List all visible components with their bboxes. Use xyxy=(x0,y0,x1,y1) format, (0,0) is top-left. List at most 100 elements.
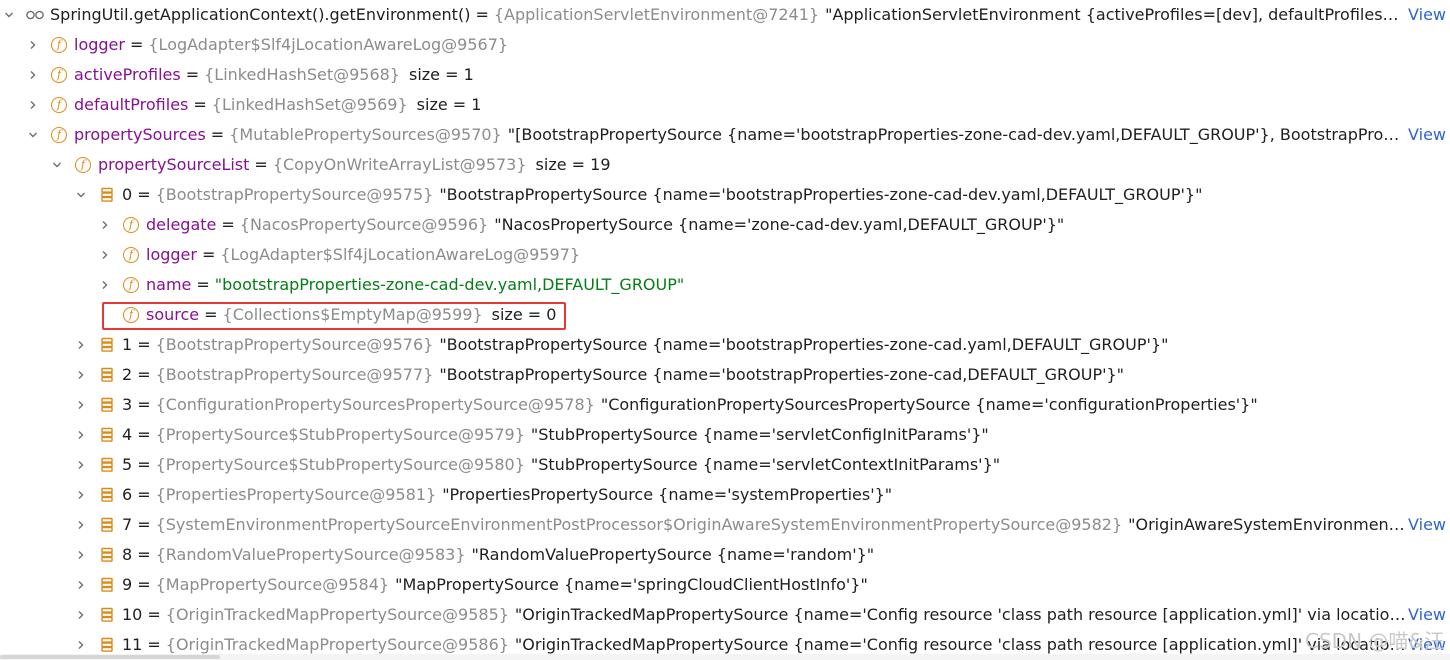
chevron-right-icon[interactable] xyxy=(74,450,88,480)
row-text: 2 = {BootstrapPropertySource@9577} "Bootstr… xyxy=(122,360,1406,390)
value-string: "OriginAwareSystemEnvironmentPropertySou… xyxy=(1128,515,1406,534)
array-element-icon xyxy=(98,636,116,654)
size-label: size = 0 xyxy=(491,305,557,324)
object-reference: {ConfigurationPropertySourcesPropertySou… xyxy=(155,395,595,414)
tree-row[interactable]: 7 = {SystemEnvironmentPropertySourceEnviro… xyxy=(0,510,1450,540)
equals-sign: = xyxy=(210,125,225,144)
chevron-right-icon[interactable] xyxy=(26,90,40,120)
row-text: propertySourceList = {CopyOnWriteArrayList… xyxy=(98,150,1406,180)
chevron-right-icon[interactable] xyxy=(74,570,88,600)
tree-row[interactable]: 1 = {BootstrapPropertySource@9576} "Bootstr… xyxy=(0,330,1450,360)
chevron-right-icon[interactable] xyxy=(74,540,88,570)
array-element-icon xyxy=(98,396,116,414)
row-text: delegate = {NacosPropertySource@9596} "Naco… xyxy=(146,210,1406,240)
value-string: "BootstrapPropertySource {name='bootstra… xyxy=(439,335,1169,354)
chevron-right-icon[interactable] xyxy=(98,210,112,240)
equals-sign: = xyxy=(193,95,207,114)
object-reference: {LinkedHashSet@9568} xyxy=(204,65,400,84)
view-link[interactable]: View xyxy=(1404,120,1446,150)
equals-sign: = xyxy=(129,35,144,54)
row-text: 1 = {BootstrapPropertySource@9576} "Bootstr… xyxy=(122,330,1406,360)
row-text: 6 = {PropertiesPropertySource@9581} "Proper… xyxy=(122,480,1406,510)
variable-name: defaultProfiles xyxy=(74,95,189,114)
object-reference: {NacosPropertySource@9596} xyxy=(239,215,489,234)
equals-sign: = xyxy=(147,605,161,624)
array-element-icon xyxy=(98,546,116,564)
string-value: "bootstrapProperties-zone-cad-dev.yaml,D… xyxy=(214,275,685,294)
array-element-icon xyxy=(98,426,116,444)
scrollbar-thumb[interactable] xyxy=(0,655,220,659)
variable-name: propertySourceList xyxy=(98,155,250,174)
chevron-right-icon[interactable] xyxy=(74,420,88,450)
chevron-right-icon[interactable] xyxy=(74,390,88,420)
chevron-right-icon[interactable] xyxy=(98,240,112,270)
chevron-down-icon[interactable] xyxy=(74,180,88,210)
tree-row[interactable]: 10 = {OriginTrackedMapPropertySource@9585}… xyxy=(0,600,1450,630)
variable-name: logger xyxy=(146,245,197,264)
tree-row[interactable]: f logger = {LogAdapter$Slf4jLocationAwareLo… xyxy=(0,30,1450,60)
tree-row[interactable]: 3 = {ConfigurationPropertySourcesPropertyS… xyxy=(0,390,1450,420)
row-text: SpringUtil.getApplicationContext().getEn… xyxy=(50,0,1406,30)
tree-row[interactable]: 5 = {PropertySource$StubPropertySource@958… xyxy=(0,450,1450,480)
chevron-right-icon[interactable] xyxy=(74,600,88,630)
tree-row[interactable]: 2 = {BootstrapPropertySource@9577} "Bootstr… xyxy=(0,360,1450,390)
tree-row[interactable]: 6 = {PropertiesPropertySource@9581} "Proper… xyxy=(0,480,1450,510)
variable-name: 6 xyxy=(122,485,133,504)
tree-row[interactable]: f defaultProfiles = {LinkedHashSet@9569} siz… xyxy=(0,90,1450,120)
field-icon: f xyxy=(50,66,68,84)
size-label: size = 19 xyxy=(535,155,611,174)
tree-row[interactable]: 4 = {PropertySource$StubPropertySource@957… xyxy=(0,420,1450,450)
row-text: 4 = {PropertySource$StubPropertySource@957… xyxy=(122,420,1406,450)
equals-sign: = xyxy=(137,485,151,504)
chevron-down-icon[interactable] xyxy=(26,120,40,150)
tree-row[interactable]: f delegate = {NacosPropertySource@9596} "Nac… xyxy=(0,210,1450,240)
tree-row[interactable]: f source = {Collections$EmptyMap@9599} size … xyxy=(0,300,1450,330)
equals-sign: = xyxy=(254,155,268,174)
chevron-down-icon[interactable] xyxy=(50,150,64,180)
tree-row[interactable]: f propertySourceList = {CopyOnWriteArrayLis… xyxy=(0,150,1450,180)
field-icon: f xyxy=(122,216,140,234)
tree-row[interactable]: f propertySources = {MutablePropertySources… xyxy=(0,120,1450,150)
object-reference: {LogAdapter$Slf4jLocationAwareLog@9597} xyxy=(220,245,581,264)
array-element-icon xyxy=(98,186,116,204)
chevron-right-icon[interactable] xyxy=(26,60,40,90)
variable-name: 7 xyxy=(122,515,133,534)
chevron-right-icon[interactable] xyxy=(74,360,88,390)
field-icon: f xyxy=(50,36,68,54)
variable-name: 10 xyxy=(122,605,143,624)
chevron-down-icon[interactable] xyxy=(2,0,16,30)
tree-row[interactable]: f activeProfiles = {LinkedHashSet@9568} size… xyxy=(0,60,1450,90)
chevron-right-icon[interactable] xyxy=(74,330,88,360)
row-text: activeProfiles = {LinkedHashSet@9568} size … xyxy=(74,60,1406,90)
equals-sign: = xyxy=(137,455,151,474)
variable-name: 8 xyxy=(122,545,133,564)
view-link[interactable]: View xyxy=(1404,0,1446,30)
variable-name: logger xyxy=(74,35,125,54)
row-text: 5 = {PropertySource$StubPropertySource@958… xyxy=(122,450,1406,480)
object-reference: {PropertySource$StubPropertySource@9580} xyxy=(155,455,525,474)
tree-row[interactable]: f logger = {LogAdapter$Slf4jLocationAwareLo… xyxy=(0,240,1450,270)
size-label: size = 1 xyxy=(416,95,482,114)
chevron-right-icon[interactable] xyxy=(74,510,88,540)
equals-sign: = xyxy=(137,365,151,384)
chevron-right-icon[interactable] xyxy=(26,30,40,60)
array-element-icon xyxy=(98,606,116,624)
variable-name: activeProfiles xyxy=(74,65,181,84)
view-link[interactable]: View xyxy=(1404,510,1446,540)
tree-row[interactable]: 8 = {RandomValuePropertySource@9583} "Rando… xyxy=(0,540,1450,570)
variable-name: propertySources xyxy=(74,125,206,144)
tree-row[interactable]: 0 = {BootstrapPropertySource@9575} "Bootstr… xyxy=(0,180,1450,210)
horizontal-scrollbar[interactable] xyxy=(0,654,1450,660)
row-text: 7 = {SystemEnvironmentPropertySourceEnviro… xyxy=(122,510,1406,540)
array-element-icon xyxy=(98,456,116,474)
tree-row[interactable]: f name = "bootstrapProperties-zone-cad-dev.… xyxy=(0,270,1450,300)
equals-sign: = xyxy=(221,215,235,234)
chevron-right-icon[interactable] xyxy=(98,270,112,300)
equals-sign: = xyxy=(137,395,151,414)
tree-row[interactable]: 9 = {MapPropertySource@9584} "MapPropertySo… xyxy=(0,570,1450,600)
tree-row[interactable]: SpringUtil.getApplicationContext().getEn… xyxy=(0,0,1450,30)
chevron-right-icon[interactable] xyxy=(74,480,88,510)
field-icon: f xyxy=(50,126,68,144)
equals-sign: = xyxy=(137,545,151,564)
view-link[interactable]: View xyxy=(1404,600,1446,630)
